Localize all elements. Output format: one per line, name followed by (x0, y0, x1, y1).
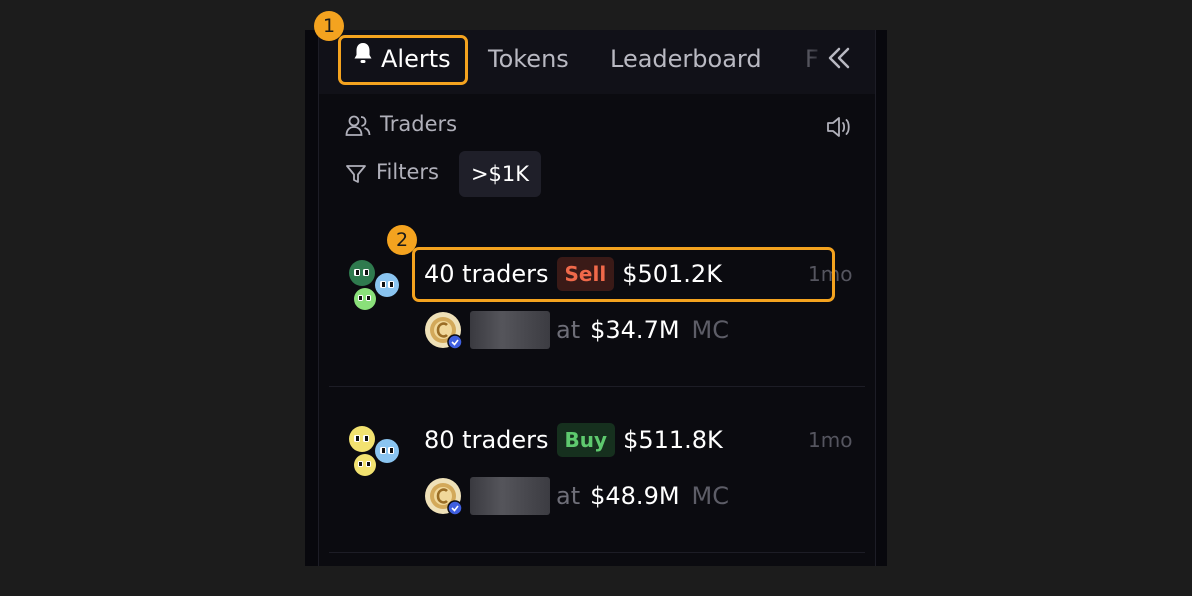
highlight-box-alerts-tab (338, 35, 468, 85)
redacted-token-name (470, 477, 550, 515)
speaker-icon[interactable] (825, 114, 853, 144)
filters-label: Filters (376, 160, 439, 184)
alert-time: 1mo (808, 428, 853, 452)
at-label: at (556, 482, 581, 510)
double-chevron-left-icon[interactable] (824, 44, 854, 74)
tab-tokens[interactable]: Tokens (488, 30, 569, 94)
filter-chip-min-value[interactable]: >$1K (459, 151, 541, 197)
users-icon (345, 114, 371, 142)
trader-avatars (347, 259, 403, 315)
divider (329, 386, 865, 387)
traders-label: Traders (380, 112, 458, 136)
tab-leaderboard[interactable]: Leaderboard (610, 30, 762, 94)
at-label: at (556, 316, 581, 344)
market-cap-value: $48.9M (590, 482, 680, 510)
token-info[interactable]: at $34.7M MC (424, 311, 730, 350)
trader-count: 80 traders (424, 426, 549, 454)
alert-summary[interactable]: 80 traders Buy $511.8K (424, 422, 723, 458)
funnel-icon (345, 163, 367, 189)
mc-label: MC (691, 316, 730, 344)
highlight-box-alert-summary (412, 247, 835, 302)
token-logo (424, 477, 463, 516)
annotation-badge-1: 1 (314, 11, 344, 41)
redacted-token-name (470, 311, 550, 349)
divider (329, 552, 865, 553)
annotation-badge-2: 2 (387, 225, 417, 255)
mc-label: MC (691, 482, 730, 510)
trade-amount: $511.8K (623, 426, 723, 454)
token-info[interactable]: at $48.9M MC (424, 477, 730, 516)
side-badge: Buy (556, 423, 616, 457)
trader-avatars (347, 425, 403, 481)
token-logo (424, 311, 463, 350)
market-cap-value: $34.7M (590, 316, 680, 344)
